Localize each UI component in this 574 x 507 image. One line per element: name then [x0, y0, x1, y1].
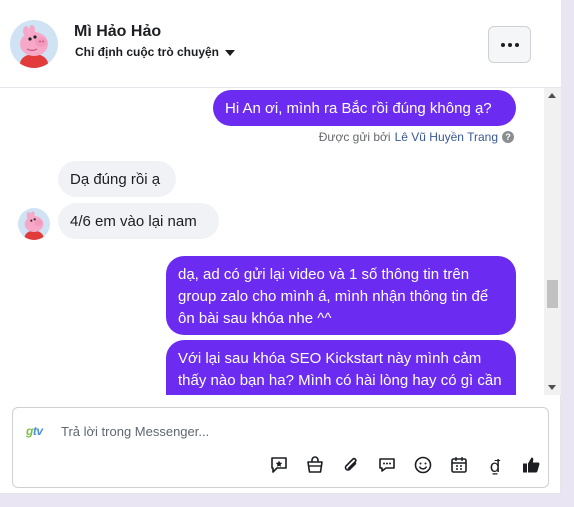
chat-bubbles-icon — [377, 455, 397, 480]
payment-button[interactable]: ₫ — [477, 456, 513, 478]
scroll-down-arrow-icon[interactable] — [548, 385, 556, 390]
quick-reply-button[interactable] — [369, 456, 405, 478]
scroll-up-arrow-icon[interactable] — [548, 93, 556, 98]
message-bubble-outgoing[interactable]: Với lại sau khóa SEO Kickstart này mình … — [166, 340, 516, 395]
more-dot — [500, 42, 505, 47]
gtv-logo-icon: gtv — [26, 424, 43, 438]
message-bubble-incoming[interactable]: 4/6 em vào lại nam — [58, 203, 219, 239]
composer-toolbar: ₫ — [261, 455, 549, 480]
shop-button[interactable] — [297, 455, 333, 480]
assign-conversation-dropdown[interactable]: Chỉ định cuộc trò chuyện — [75, 45, 236, 59]
saved-reply-icon — [269, 455, 289, 480]
emoji-button[interactable] — [405, 456, 441, 478]
sent-by-name[interactable]: Lê Vũ Huyền Trang — [395, 130, 498, 144]
like-button[interactable] — [513, 456, 549, 478]
contact-name: Mì Hảo Hảo — [74, 23, 162, 40]
calendar-icon — [449, 455, 469, 480]
more-dot — [507, 42, 512, 47]
appointment-button[interactable] — [441, 456, 477, 478]
help-icon[interactable]: ? — [502, 131, 514, 143]
message-bubble-incoming[interactable]: Dạ đúng rồi ạ — [58, 161, 176, 197]
emoji-icon — [413, 455, 433, 480]
avatar[interactable] — [10, 20, 58, 68]
currency-dong-icon: ₫ — [489, 457, 501, 477]
scrollbar-thumb[interactable] — [547, 280, 558, 308]
reply-composer: gtv Trả lời trong Messenger... ₫ — [12, 407, 549, 488]
attach-file-button[interactable] — [333, 456, 369, 478]
message-thread[interactable]: Hi An ơi, mình ra Bắc rồi đúng không ạ? … — [0, 88, 544, 395]
message-bubble-outgoing[interactable]: Hi An ơi, mình ra Bắc rồi đúng không ạ? — [213, 90, 516, 126]
sent-by-line: Được gửi bởi Lê Vũ Huyền Trang ? — [319, 130, 514, 144]
reply-input[interactable] — [61, 421, 531, 441]
conversation-header: Mì Hảo Hảo Chỉ định cuộc trò chuyện — [0, 0, 561, 88]
more-dot — [514, 42, 519, 47]
assign-conversation-label: Chỉ định cuộc trò chuyện — [75, 45, 220, 59]
saved-reply-button[interactable] — [261, 456, 297, 478]
messenger-panel: Mì Hảo Hảo Chỉ định cuộc trò chuyện Hi A… — [0, 0, 561, 494]
more-options-button[interactable] — [488, 26, 531, 63]
message-bubble-outgoing[interactable]: dạ, ad có gửi lại video và 1 số thông ti… — [166, 256, 516, 335]
thumbs-up-icon — [521, 455, 541, 480]
sent-by-prefix: Được gửi bởi — [318, 130, 391, 144]
shop-bag-icon — [305, 455, 325, 480]
thread-scrollbar[interactable] — [544, 88, 561, 395]
contact-avatar-small — [18, 208, 50, 240]
caret-down-icon — [225, 49, 236, 56]
attachment-icon — [341, 455, 361, 480]
